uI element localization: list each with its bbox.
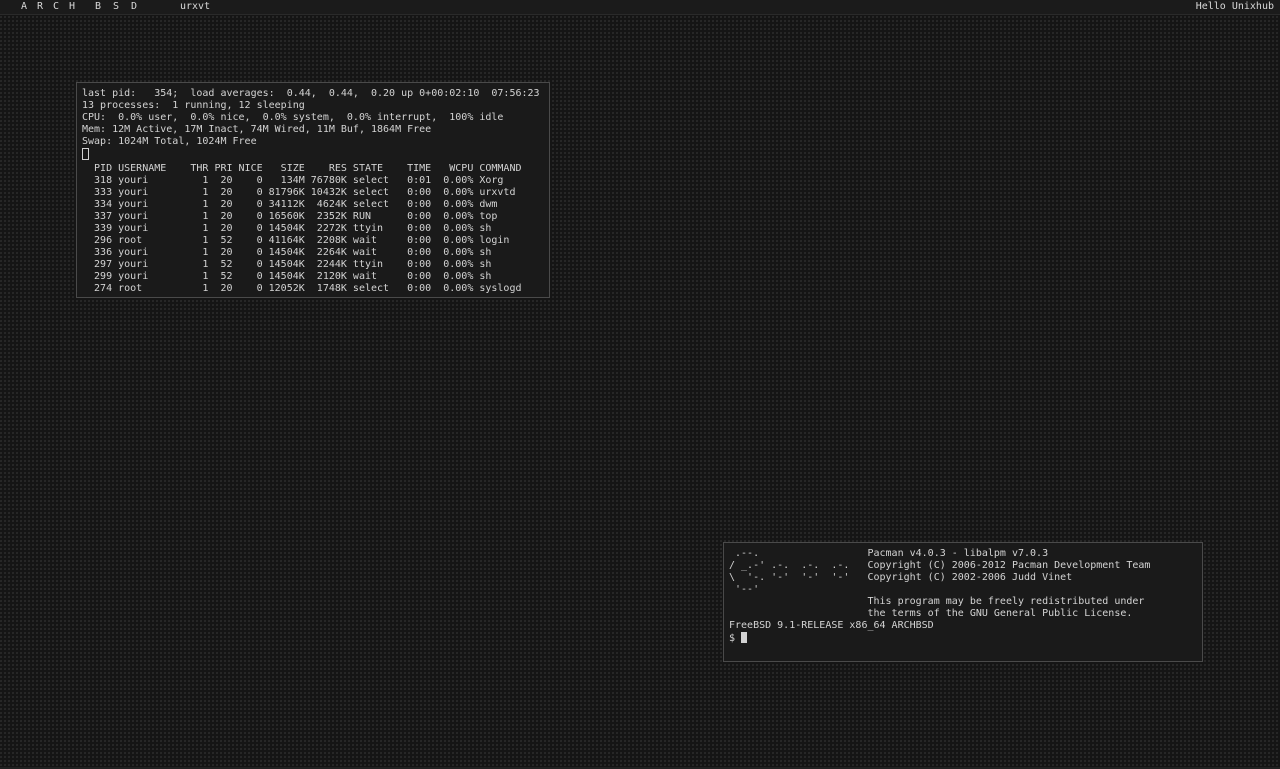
shell-prompt[interactable]: $ <box>729 632 1197 645</box>
table-row: 318 youri 1 20 0 134M 76780K select 0:01… <box>82 175 504 186</box>
table-row: 337 youri 1 20 0 16560K 2352K RUN 0:00 0… <box>82 211 498 222</box>
top-mem-line: Mem: 12M Active, 17M Inact, 74M Wired, 1… <box>82 124 432 135</box>
process-table-header: PID USERNAME THR PRI NICE SIZE RES STATE… <box>82 163 522 174</box>
tag-c[interactable]: C <box>50 0 62 14</box>
table-row: 299 youri 1 52 0 14504K 2120K wait 0:00 … <box>82 271 492 282</box>
table-row: 339 youri 1 20 0 14504K 2272K ttyin 0:00… <box>82 223 492 234</box>
window-title: urxvt <box>180 1 211 12</box>
pacman-line: .--. Pacman v4.0.3 - libalpm v7.0.3 <box>729 548 1049 559</box>
status-text: Hello Unixhub <box>1195 1 1274 12</box>
status-bar: A R C H B S D urxvt Hello Unixhub <box>0 0 1280 15</box>
tag-a[interactable]: A <box>18 0 30 14</box>
prompt-symbol: $ <box>729 633 742 644</box>
table-row: 297 youri 1 52 0 14504K 2244K ttyin 0:00… <box>82 259 492 270</box>
top-summary-line: last pid: 354; load averages: 0.44, 0.44… <box>82 88 540 99</box>
tag-r[interactable]: R <box>34 0 46 14</box>
top-swap-line: Swap: 1024M Total, 1024M Free <box>82 136 257 147</box>
pacman-line: This program may be freely redistributed… <box>729 596 1145 607</box>
tag-b[interactable]: B <box>92 0 104 14</box>
cursor-icon <box>82 148 89 160</box>
system-info-line: FreeBSD 9.1-RELEASE x86_64 ARCHBSD <box>729 620 934 631</box>
top-terminal-window[interactable]: last pid: 354; load averages: 0.44, 0.44… <box>76 82 550 298</box>
pacman-line: / _.-' .-. .-. .-. Copyright (C) 2006-20… <box>729 560 1151 571</box>
table-row: 296 root 1 52 0 41164K 2208K wait 0:00 0… <box>82 235 510 246</box>
table-row: 274 root 1 20 0 12052K 1748K select 0:00… <box>82 283 522 294</box>
pacman-line: the terms of the GNU General Public Lice… <box>729 608 1133 619</box>
pacman-line: \ '-. '-' '-' '-' Copyright (C) 2002-200… <box>729 572 1073 583</box>
table-row: 333 youri 1 20 0 81796K 10432K select 0:… <box>82 187 516 198</box>
tag-h[interactable]: H <box>66 0 78 14</box>
pacman-line: '--' <box>729 584 760 595</box>
cursor-icon <box>741 632 748 643</box>
table-row: 336 youri 1 20 0 14504K 2264K wait 0:00 … <box>82 247 492 258</box>
tag-d[interactable]: D <box>128 0 140 14</box>
top-processes-line: 13 processes: 1 running, 12 sleeping <box>82 100 305 111</box>
tag-s[interactable]: S <box>110 0 122 14</box>
top-cpu-line: CPU: 0.0% user, 0.0% nice, 0.0% system, … <box>82 112 504 123</box>
pacman-terminal-window[interactable]: .--. Pacman v4.0.3 - libalpm v7.0.3 / _.… <box>723 542 1203 662</box>
top-input-line[interactable] <box>82 148 544 163</box>
table-row: 334 youri 1 20 0 34112K 4624K select 0:0… <box>82 199 498 210</box>
